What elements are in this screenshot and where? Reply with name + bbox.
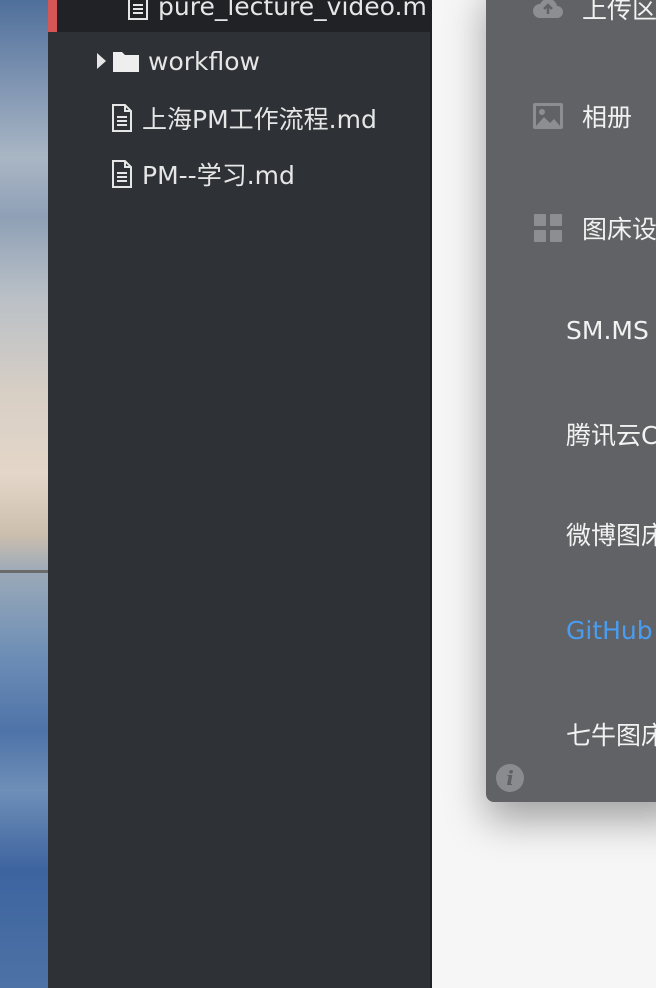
menu-item-label: 上传区	[582, 0, 656, 24]
file-tree-sidebar: pure_lecture_video.m workflow 上海PM工作流程.m…	[48, 0, 430, 988]
menu-item-label: 相册	[582, 103, 633, 132]
picgo-menu: 上传区 相册 图床设 SM.MS 腾讯云C 微博图床 GitHub 七牛图床 i	[486, 0, 656, 802]
file-label: PM--学习.md	[142, 161, 295, 190]
folder-icon	[112, 49, 140, 73]
menu-sub-item-qiniu[interactable]: 七牛图床	[566, 716, 656, 752]
info-icon[interactable]: i	[496, 764, 524, 792]
image-icon	[532, 100, 564, 132]
menu-item-upload[interactable]: 上传区	[532, 0, 656, 26]
menu-item-label: 图床设	[582, 215, 656, 244]
cloud-upload-icon	[532, 0, 564, 24]
file-label: 上海PM工作流程.md	[142, 105, 377, 134]
menu-sub-item-tencent[interactable]: 腾讯云C	[566, 416, 656, 452]
active-file-marker	[48, 0, 57, 32]
caret-right-icon[interactable]	[96, 51, 108, 71]
file-item-pm-study[interactable]: PM--学习.md	[110, 158, 295, 190]
file-icon	[110, 159, 134, 189]
grid-icon	[532, 212, 564, 244]
menu-item-image-host-settings[interactable]: 图床设	[532, 210, 656, 246]
desktop-wallpaper	[0, 0, 48, 988]
menu-sub-item-weibo[interactable]: 微博图床	[566, 516, 656, 552]
file-item-shanghai-pm[interactable]: 上海PM工作流程.md	[110, 102, 377, 134]
file-icon	[110, 103, 134, 133]
file-label: pure_lecture_video.m	[158, 0, 427, 21]
file-item-pure-lecture-video[interactable]: pure_lecture_video.m	[126, 0, 427, 22]
file-icon	[126, 0, 150, 21]
menu-item-album[interactable]: 相册	[532, 98, 632, 134]
folder-item-workflow[interactable]: workflow	[96, 45, 260, 77]
folder-label: workflow	[148, 46, 260, 76]
menu-sub-item-smms[interactable]: SM.MS	[566, 316, 649, 345]
menu-sub-item-github[interactable]: GitHub	[566, 616, 653, 645]
